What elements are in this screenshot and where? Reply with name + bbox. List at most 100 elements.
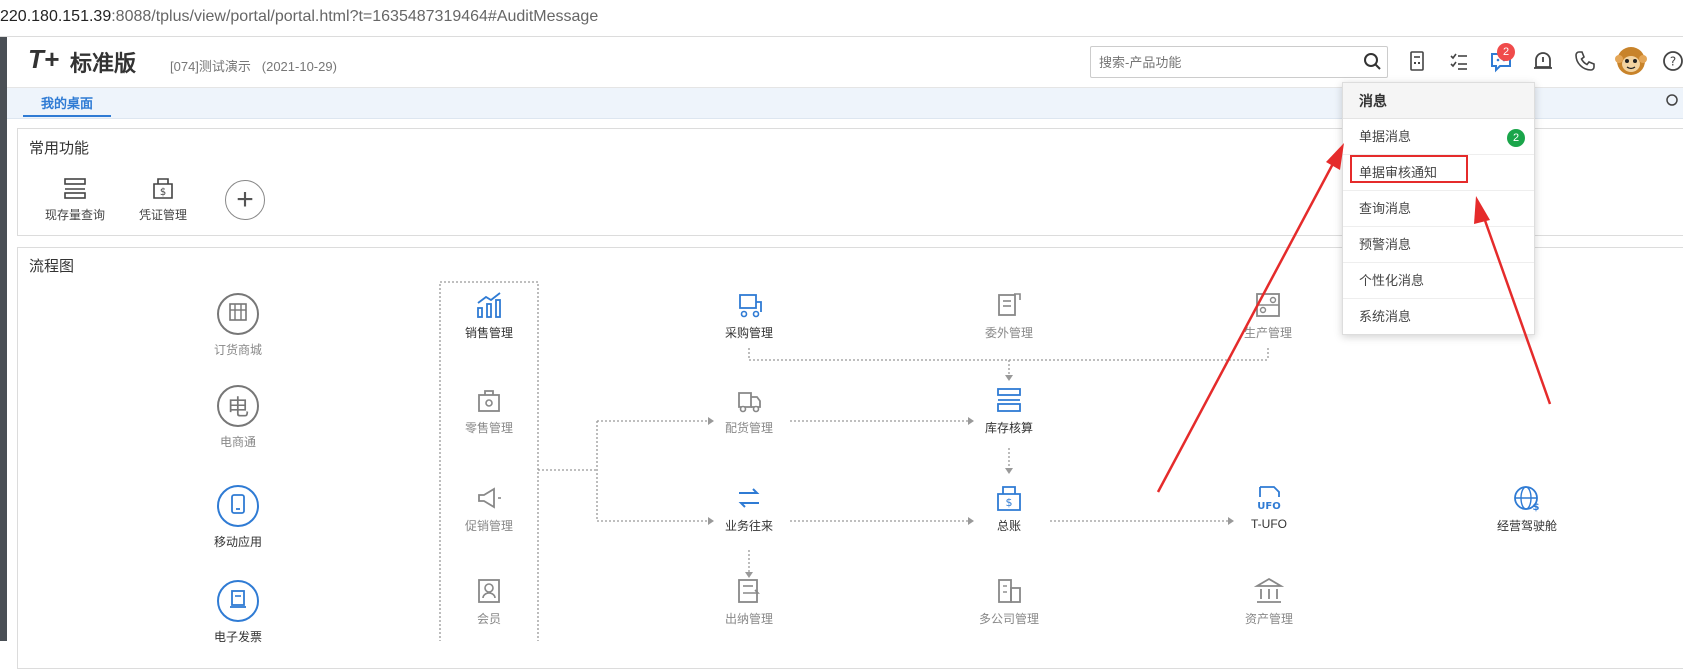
node-label: T-UFO	[1251, 517, 1287, 531]
svg-text:$: $	[1533, 502, 1540, 513]
voucher-icon: $	[153, 178, 173, 199]
msg-item-warning[interactable]: 预警消息	[1343, 227, 1534, 263]
flow-node-distribution[interactable]: 配货管理	[699, 385, 799, 436]
calculator-icon[interactable]	[1404, 48, 1430, 74]
inventory-stack-icon	[997, 388, 1021, 412]
flow-node-e-invoice[interactable]: 电子发票	[188, 580, 288, 645]
flow-node-outsource[interactable]: 委外管理	[959, 290, 1059, 341]
flow-title: 流程图	[29, 258, 75, 275]
phone-icon[interactable]	[1572, 48, 1598, 74]
ecommerce-icon: 电	[217, 385, 259, 427]
node-label: 生产管理	[1243, 326, 1292, 340]
ledger-icon: $	[997, 486, 1021, 511]
cashier-doc-icon	[738, 579, 760, 603]
node-label: 业务往来	[724, 519, 773, 533]
checklist-icon[interactable]	[1446, 48, 1472, 74]
ufo-report-icon: UFO	[1257, 486, 1281, 512]
flow-node-assets[interactable]: 资产管理	[1219, 576, 1319, 627]
flow-node-cashier[interactable]: 出纳管理	[699, 576, 799, 627]
flow-node-ecommerce[interactable]: 电 电商通	[188, 385, 288, 450]
fav-inventory-query[interactable]: 现存量查询	[30, 176, 120, 223]
flow-node-inventory-accounting[interactable]: 库存核算	[959, 385, 1059, 436]
node-label: 配货管理	[724, 421, 773, 435]
tab-my-desktop[interactable]: 我的桌面	[23, 93, 111, 117]
msg-item-document[interactable]: 单据消息 2	[1343, 119, 1534, 155]
node-label: 移动应用	[213, 535, 262, 549]
company-info: [074]测试演示 (2021-10-29)	[170, 59, 337, 74]
flow-node-sales[interactable]: 销售管理	[439, 290, 539, 341]
flow-node-business-dealings[interactable]: 业务往来	[699, 483, 799, 534]
exchange-arrows-icon	[738, 488, 760, 508]
alarm-icon[interactable]	[1530, 48, 1556, 74]
favorites-title: 常用功能	[29, 140, 90, 157]
flow-node-t-ufo[interactable]: UFO T-UFO	[1219, 483, 1319, 531]
node-label: 总账	[996, 519, 1021, 533]
node-label: 零售管理	[464, 421, 513, 435]
production-icon	[1256, 293, 1280, 317]
node-label: 经营驾驶舱	[1496, 519, 1557, 533]
node-label: 会员	[476, 612, 501, 626]
node-label: 出纳管理	[724, 612, 773, 626]
truck-icon	[738, 392, 761, 413]
search-input[interactable]	[1099, 52, 1349, 72]
node-label: 多公司管理	[978, 612, 1039, 626]
msg-label: 个性化消息	[1359, 273, 1425, 288]
node-label: 电商通	[219, 435, 256, 449]
left-frame-strip	[0, 37, 7, 641]
node-label: 订货商城	[213, 343, 262, 357]
msg-label: 查询消息	[1359, 201, 1412, 216]
node-label: 电子发票	[213, 630, 262, 644]
invoice-icon	[217, 580, 259, 622]
flow-node-mobile-app[interactable]: 移动应用	[188, 485, 288, 550]
fav-label: 凭证管理	[138, 208, 187, 222]
bank-icon	[1254, 577, 1284, 603]
flow-node-production[interactable]: 生产管理	[1218, 290, 1318, 341]
message-dropdown: 消息 单据消息 2 单据审核通知 查询消息 预警消息 个性化消息 系统消息	[1342, 82, 1535, 335]
globe-icon: $	[1514, 486, 1540, 513]
search-icon[interactable]	[1363, 52, 1383, 72]
node-label: 委外管理	[984, 326, 1033, 340]
flow-node-retail[interactable]: 零售管理	[439, 385, 539, 436]
svg-text:$: $	[160, 187, 166, 198]
store-icon	[217, 293, 259, 335]
flow-node-business-cockpit[interactable]: $ 经营驾驶舱	[1477, 483, 1577, 534]
mobile-icon	[217, 485, 259, 527]
node-label: 库存核算	[984, 421, 1033, 435]
node-label: 资产管理	[1244, 612, 1293, 626]
building-icon	[998, 579, 1021, 603]
node-label: 销售管理	[464, 326, 513, 340]
msg-count-badge: 2	[1507, 129, 1525, 147]
outsource-doc-icon	[998, 293, 1021, 316]
flow-node-member[interactable]: 会员	[439, 576, 539, 627]
retail-bag-icon	[478, 390, 500, 412]
msg-item-system[interactable]: 系统消息	[1343, 299, 1534, 335]
avatar[interactable]	[1614, 44, 1648, 78]
product-edition: 标准版	[70, 51, 137, 76]
svg-text:UFO: UFO	[1257, 501, 1280, 512]
search-box[interactable]	[1090, 46, 1388, 78]
highlight-box	[1350, 155, 1468, 183]
member-icon	[478, 579, 500, 603]
cart-icon	[739, 294, 762, 318]
flow-node-order-mall[interactable]: 订货商城	[188, 293, 288, 358]
megaphone-icon	[478, 487, 501, 509]
flow-node-multi-company[interactable]: 多公司管理	[959, 576, 1059, 627]
add-favorite-button[interactable]: +	[225, 180, 265, 220]
tab-search-icon[interactable]	[1665, 93, 1681, 109]
svg-text:$: $	[1006, 496, 1013, 509]
msg-label: 预警消息	[1359, 237, 1412, 252]
help-icon[interactable]: ?	[1660, 48, 1683, 74]
flow-node-purchase[interactable]: 采购管理	[699, 290, 799, 341]
sales-chart-icon	[477, 292, 501, 318]
svg-text:?: ?	[1670, 55, 1676, 69]
fav-voucher-management[interactable]: $ 凭证管理	[118, 176, 208, 223]
flow-node-general-ledger[interactable]: $ 总账	[959, 483, 1059, 534]
address-url[interactable]: 220.180.151.39:8088/tplus/view/portal/po…	[0, 8, 598, 26]
address-bar[interactable]: 220.180.151.39:8088/tplus/view/portal/po…	[0, 0, 1683, 37]
flow-node-promotion[interactable]: 促销管理	[439, 483, 539, 534]
node-label: 促销管理	[464, 519, 513, 533]
msg-item-personal[interactable]: 个性化消息	[1343, 263, 1534, 299]
dropdown-title: 消息	[1343, 83, 1534, 119]
fav-label: 现存量查询	[44, 208, 105, 222]
msg-item-query[interactable]: 查询消息	[1343, 191, 1534, 227]
